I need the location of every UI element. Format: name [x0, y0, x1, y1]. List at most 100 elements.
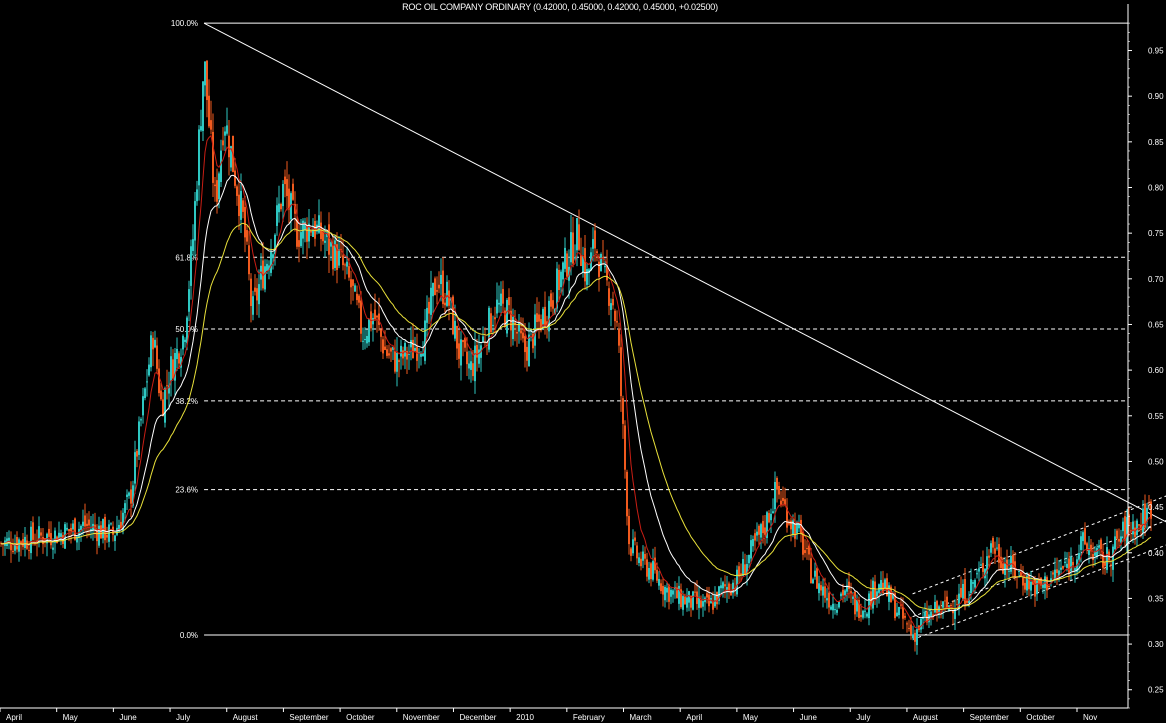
candle-body — [844, 590, 846, 596]
month-label-12: April — [686, 713, 702, 722]
candle-body — [338, 248, 340, 266]
fib-label-0: 100.0% — [171, 19, 198, 28]
candle-body — [1132, 521, 1134, 535]
candle-body — [298, 240, 300, 247]
candle-body — [226, 125, 228, 134]
candle-body — [598, 261, 600, 277]
candle-body — [848, 581, 850, 590]
candle-body — [512, 316, 514, 340]
candle-body — [856, 600, 858, 612]
candle-body — [672, 590, 674, 595]
candle-body — [182, 335, 184, 350]
candle-body — [748, 554, 750, 564]
candle-body — [944, 600, 946, 602]
candle-body — [712, 601, 714, 610]
candle-body — [426, 307, 428, 323]
time-axis: April May June July August September October No… — [0, 707, 1128, 722]
candle-body — [164, 387, 166, 423]
candle-body — [400, 345, 402, 357]
candle-body — [896, 612, 898, 617]
candle-body — [628, 515, 630, 545]
candle-body — [206, 60, 208, 101]
candle-body — [488, 307, 490, 350]
candle-body — [106, 534, 108, 538]
candle-body — [812, 579, 814, 584]
candle-body — [772, 511, 774, 514]
candle-body — [760, 524, 762, 538]
candle-body — [860, 614, 862, 618]
candle-body — [904, 615, 906, 618]
candle-body — [974, 580, 976, 588]
candle-body — [596, 251, 598, 254]
candle-body — [74, 518, 76, 540]
candle-body — [988, 555, 990, 558]
candle-body — [70, 527, 72, 532]
candle-body — [794, 523, 796, 539]
candle-body — [52, 547, 54, 550]
candle-body — [810, 558, 812, 584]
candle-body — [152, 337, 154, 350]
candle-body — [1060, 567, 1062, 570]
candle-body — [362, 340, 364, 342]
candle-body — [836, 609, 838, 613]
candle-body — [88, 519, 90, 526]
candle-body — [560, 271, 562, 288]
candle-body — [752, 538, 754, 547]
candle-body — [522, 332, 524, 339]
candle-body — [544, 306, 546, 328]
candle-body — [456, 325, 458, 349]
candle-body — [982, 563, 984, 572]
candle-body — [840, 593, 842, 597]
price-chart[interactable]: 100.0%61.8%50.0%38.2%23.6%0.0% 0.250.300… — [0, 0, 1166, 723]
price-axis: 0.25 0.30 0.35 0.40 0.45 0.50 0.55 0.60 0.65 0.70… — [1127, 4, 1164, 709]
candle-body — [630, 548, 632, 556]
candle-body — [96, 530, 98, 542]
candle-body — [454, 320, 456, 339]
price-tick-label-4: 0.45 — [1148, 503, 1164, 512]
candle-body — [820, 585, 822, 591]
candle-body — [1080, 536, 1082, 550]
candle-body — [446, 281, 448, 306]
candle-body — [156, 345, 158, 369]
candle-body — [352, 279, 354, 286]
candle-body — [764, 527, 766, 535]
candle-body — [1034, 579, 1036, 597]
candle-body — [342, 255, 344, 266]
candle-body — [832, 603, 834, 611]
candle-body — [296, 219, 298, 247]
candle-body — [234, 170, 236, 186]
candle-body — [692, 591, 694, 610]
candle-body — [404, 342, 406, 357]
fibonacci-levels: 100.0%61.8%50.0%38.2%23.6%0.0% — [171, 19, 1128, 640]
candle-body — [614, 310, 616, 322]
candle-body — [158, 368, 160, 394]
candle-body — [82, 521, 84, 526]
candle-body — [184, 339, 186, 342]
candle-body — [1056, 569, 1058, 574]
candle-body — [246, 230, 248, 242]
candle-body — [472, 363, 474, 377]
candle-body — [110, 523, 112, 525]
candle-body — [354, 285, 356, 292]
candle-body — [30, 526, 32, 554]
candle-body — [744, 564, 746, 575]
candle-body — [208, 95, 210, 127]
candle-body — [670, 589, 672, 597]
candle-body — [978, 568, 980, 572]
candle-body — [244, 206, 246, 238]
candle-body — [956, 604, 958, 606]
month-label-11: March — [630, 713, 652, 722]
candle-body — [524, 336, 526, 353]
candle-body — [1110, 564, 1112, 566]
candle-body — [68, 529, 70, 532]
candle-body — [1118, 538, 1120, 542]
month-label-5: September — [289, 713, 328, 722]
candle-body — [278, 203, 280, 213]
candle-body — [328, 224, 330, 255]
candle-body — [624, 425, 626, 470]
candle-body — [376, 315, 378, 318]
candle-body — [594, 230, 596, 249]
candle-body — [902, 606, 904, 619]
candle-body — [668, 585, 670, 602]
candle-body — [930, 611, 932, 617]
